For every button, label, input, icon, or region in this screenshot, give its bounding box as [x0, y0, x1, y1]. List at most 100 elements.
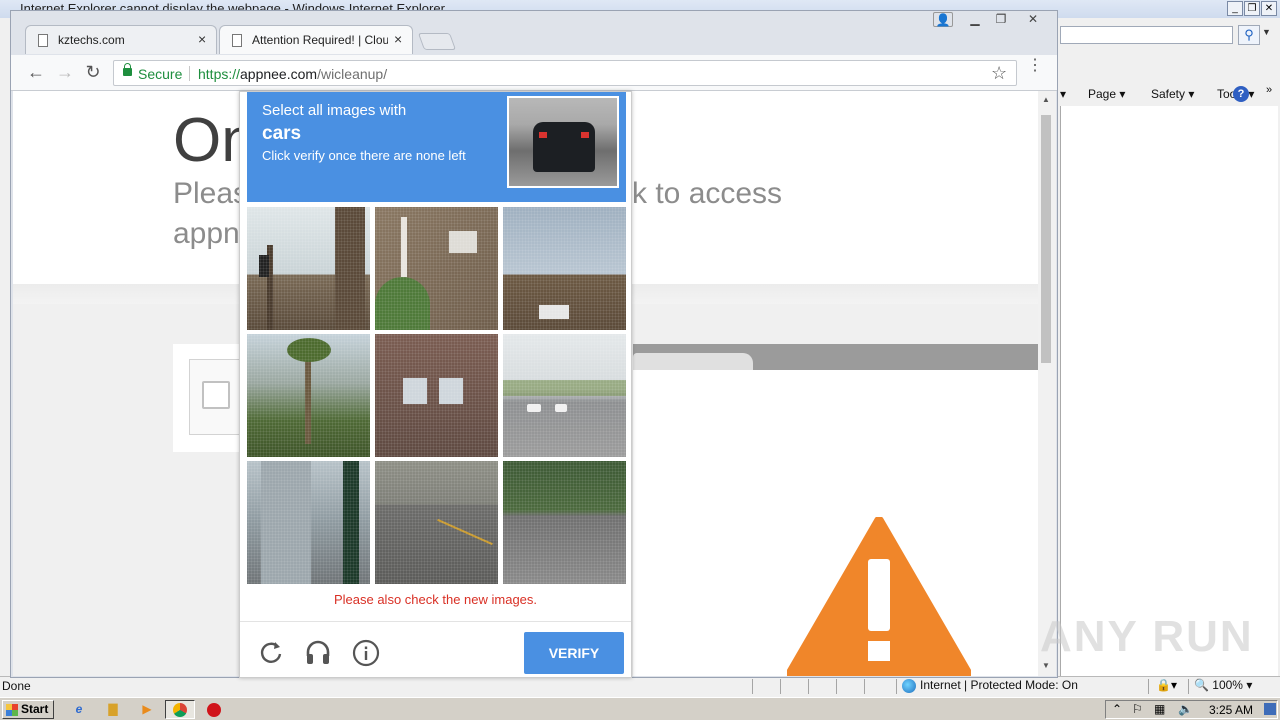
back-arrow-icon[interactable]: ←	[25, 62, 47, 84]
status-divider	[896, 679, 897, 694]
bookmark-star-icon[interactable]: ☆	[991, 63, 1007, 84]
challenge-error-text: Please also check the new images.	[333, 592, 538, 607]
footer-divider	[240, 621, 631, 622]
image-tile[interactable]	[375, 207, 498, 330]
image-tile[interactable]	[247, 334, 370, 457]
ie-close-button[interactable]: ✕	[1261, 1, 1277, 16]
ie-content-area	[1060, 106, 1278, 676]
challenge-instruction: Select all images with	[262, 102, 407, 119]
ie-taskbar-icon[interactable]: e	[64, 700, 94, 719]
status-divider	[864, 679, 865, 694]
tab-attention-required[interactable]: Attention Required! | Cloudflare ×	[219, 25, 413, 54]
challenge-hint: Click verify once there are none left	[262, 148, 466, 163]
profile-icon[interactable]: 👤	[933, 12, 953, 27]
folder-taskbar-icon[interactable]: ▇	[98, 700, 128, 719]
ie-cmd-chevron[interactable]: ▾	[1060, 87, 1066, 101]
ie-search-icon[interactable]: ⚲	[1238, 25, 1260, 45]
windows-logo-icon	[6, 704, 18, 716]
image-tile[interactable]	[247, 461, 370, 584]
info-icon[interactable]	[351, 638, 381, 668]
car-image	[533, 122, 595, 172]
ie-help-icon[interactable]: ?	[1233, 86, 1249, 102]
status-divider	[1188, 679, 1189, 694]
lock-icon	[123, 63, 132, 76]
show-desktop-icon[interactable]	[1264, 703, 1276, 715]
maximize-button[interactable]: ❐	[991, 12, 1011, 27]
page-subtitle: appn	[173, 217, 240, 250]
forward-arrow-icon[interactable]: →	[54, 62, 76, 84]
chrome-taskbar-icon[interactable]	[165, 700, 195, 719]
chrome-toolbar: ← → ↻ Secure https:// appnee.com/wiclean…	[11, 55, 1057, 91]
system-tray: ⌃ ⚐ ▦ 🔈 3:25 AM	[1105, 700, 1278, 719]
ie-search-dropdown-icon[interactable]: ▼	[1262, 27, 1271, 37]
image-tile[interactable]	[503, 461, 626, 584]
url-text: appnee.com/wicleanup/	[240, 66, 388, 82]
status-divider	[752, 679, 753, 694]
sample-image	[507, 96, 619, 188]
scroll-down-icon[interactable]: ▼	[1042, 661, 1050, 670]
ie-search-input[interactable]	[1060, 26, 1233, 44]
challenge-target: cars	[262, 123, 302, 144]
new-tab-button[interactable]	[417, 33, 457, 50]
omnibox-divider	[189, 66, 190, 81]
address-bar[interactable]: Secure https:// appnee.com/wicleanup/ ☆	[113, 60, 1017, 86]
status-divider	[808, 679, 809, 694]
image-tile[interactable]	[503, 207, 626, 330]
recaptcha-challenge: Select all images with cars Click verify…	[239, 91, 632, 678]
volume-icon[interactable]: 🔈	[1178, 702, 1193, 716]
start-button[interactable]: Start	[2, 700, 54, 719]
status-divider	[1148, 679, 1149, 694]
tab-close-icon[interactable]: ×	[198, 31, 206, 47]
status-divider	[780, 679, 781, 694]
scroll-up-icon[interactable]: ▲	[1042, 95, 1050, 104]
tray-expand-icon[interactable]: ⌃	[1112, 702, 1122, 716]
reload-icon[interactable]	[256, 638, 286, 668]
ie-minimize-button[interactable]: _	[1227, 1, 1243, 16]
scroll-thumb[interactable]	[1041, 115, 1051, 363]
reload-icon[interactable]: ↻	[82, 62, 104, 84]
recaptcha-checkbox[interactable]	[202, 381, 230, 409]
ie-status-bar: Done	[0, 676, 1280, 697]
tab-close-icon[interactable]: ×	[394, 31, 402, 47]
page-scrollbar[interactable]: ▲ ▼	[1038, 91, 1056, 676]
challenge-header: Select all images with cars Click verify…	[247, 92, 626, 202]
minimize-button[interactable]: ▁	[965, 12, 985, 27]
image-tile[interactable]	[375, 461, 498, 584]
tab-title: kztechs.com	[58, 33, 125, 47]
tab-kztechs[interactable]: kztechs.com ×	[25, 25, 217, 54]
page-icon	[232, 34, 242, 47]
ie-security-icon[interactable]: 🔒▾	[1156, 678, 1177, 692]
ie-status-text: Done	[2, 679, 31, 693]
page-subtitle: Pleas	[173, 177, 249, 210]
chrome-menu-icon[interactable]: ⋮	[1027, 58, 1043, 74]
secure-label: Secure	[138, 66, 183, 82]
ie-cmd-safety[interactable]: Safety ▾	[1151, 87, 1194, 101]
page-subtitle: k to access	[632, 177, 783, 210]
close-button[interactable]: ✕	[1023, 12, 1043, 27]
image-grid	[247, 207, 626, 586]
anyrun-watermark: ANY RUN	[1040, 612, 1254, 661]
media-player-taskbar-icon[interactable]: ▶	[132, 700, 162, 719]
opera-taskbar-icon[interactable]	[199, 700, 229, 719]
warning-icon	[787, 517, 971, 676]
page-tab	[633, 353, 753, 370]
verify-button[interactable]: VERIFY	[524, 632, 624, 674]
audio-icon[interactable]	[303, 638, 333, 668]
image-tile[interactable]	[247, 207, 370, 330]
ie-zoom-level[interactable]: 🔍 100% ▾	[1194, 678, 1252, 692]
internet-zone-icon	[902, 679, 916, 693]
action-center-flag-icon[interactable]: ⚐	[1132, 702, 1143, 716]
status-divider	[836, 679, 837, 694]
ie-more-chevron-icon[interactable]: »	[1266, 84, 1272, 96]
page-icon	[38, 34, 48, 47]
image-tile[interactable]	[375, 334, 498, 457]
clock[interactable]: 3:25 AM	[1209, 703, 1253, 717]
ie-cmd-page[interactable]: Page ▾	[1088, 87, 1125, 101]
url-scheme: https://	[198, 66, 241, 82]
image-tile[interactable]	[503, 334, 626, 457]
ie-zone-text: Internet | Protected Mode: On	[920, 678, 1078, 692]
ie-restore-button[interactable]: ❐	[1244, 1, 1260, 16]
taskbar: Start e ▇ ▶ ⌃ ⚐ ▦ 🔈 3:25 AM	[0, 697, 1280, 720]
tab-title: Attention Required! | Cloudflare	[252, 33, 388, 47]
network-icon[interactable]: ▦	[1154, 702, 1165, 716]
